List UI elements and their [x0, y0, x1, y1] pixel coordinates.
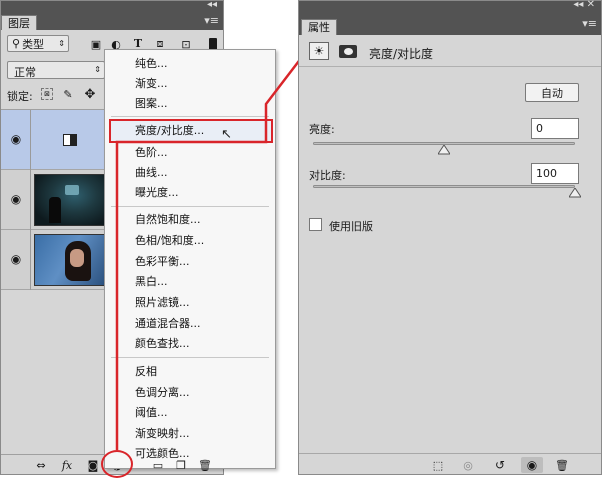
layer-divider [30, 230, 31, 290]
tab-layers[interactable]: 图层 [1, 15, 37, 30]
legacy-checkbox[interactable] [309, 218, 322, 231]
stepper-icon: ⇕ [58, 39, 65, 48]
menu-item-hue-saturation[interactable]: 色相/饱和度... [135, 234, 204, 248]
visibility-icon[interactable]: ◉ [521, 457, 543, 473]
view-previous-icon[interactable]: ◎ [459, 458, 477, 472]
eye-icon[interactable]: ◉ [8, 252, 24, 266]
properties-panel-topbar: ◂◂ ✕ [299, 0, 601, 13]
type-filter-icon[interactable]: T [131, 36, 145, 50]
contrast-slider-track[interactable] [313, 185, 575, 188]
trash-icon[interactable]: 🗑 [553, 458, 571, 472]
filter-kind-select[interactable]: ⚲ 类型 ⇕ [7, 35, 69, 52]
properties-header: ☀ 亮度/对比度 [299, 37, 601, 67]
eye-icon[interactable]: ◉ [8, 132, 24, 146]
cursor-icon: ↖ [221, 127, 232, 142]
menu-item-brightness-contrast[interactable]: 亮度/对比度... [135, 124, 204, 138]
slider-thumb-shape [438, 145, 450, 155]
properties-tabbar: 属性 ▾≡ [299, 13, 601, 35]
lock-label: 锁定: [7, 90, 33, 103]
adjustment-button-highlight-circle [101, 450, 133, 478]
menu-item-color-balance[interactable]: 色彩平衡... [135, 255, 190, 269]
menu-item-pattern[interactable]: 图案... [135, 97, 168, 111]
layer-mask-icon[interactable] [339, 45, 357, 58]
properties-panel: ◂◂ ✕ 属性 ▾≡ ☀ 亮度/对比度 自动 亮度: 0 对比度: 100 使用… [298, 0, 602, 475]
layer-divider [30, 170, 31, 230]
clip-to-layer-icon[interactable]: ⬚ [429, 458, 447, 472]
contrast-slider-thumb[interactable] [569, 188, 581, 198]
trash-icon[interactable]: 🗑 [198, 459, 212, 472]
mask-dot-shape [343, 48, 353, 55]
image-filter-icon[interactable]: ▣ [89, 37, 103, 51]
menu-item-threshold[interactable]: 阈值... [135, 406, 168, 420]
menu-item-color-lookup[interactable]: 颜色查找... [135, 337, 190, 351]
menu-separator [111, 116, 269, 117]
menu-item-vibrance[interactable]: 自然饱和度... [135, 213, 201, 227]
portrait-photo-thumb [34, 234, 108, 286]
search-icon: ⚲ [12, 37, 21, 50]
collapse-icon[interactable]: ◂◂ [207, 0, 217, 10]
properties-footer: ⬚ ◎ ↺ ◉ 🗑 [299, 453, 601, 475]
street-figure-shape [49, 197, 61, 223]
menu-item-invert[interactable]: 反相 [135, 365, 157, 379]
blend-mode-select[interactable]: 正常 ⇕ [7, 61, 105, 79]
contrast-label: 对比度: [309, 169, 346, 182]
lock-brush-icon[interactable]: ✎ [61, 87, 75, 101]
layer-divider [30, 110, 31, 170]
auto-button[interactable]: 自动 [525, 83, 579, 102]
mask-icon[interactable]: ◙ [85, 458, 101, 472]
lock-transparent-icon[interactable]: ⊠ [41, 88, 53, 100]
stepper-icon: ⇕ [94, 65, 101, 74]
panel-menu-icon[interactable]: ▾≡ [204, 14, 219, 27]
brightness-slider-thumb[interactable] [438, 145, 450, 155]
eye-icon[interactable]: ◉ [8, 192, 24, 206]
street-photo-thumb [34, 174, 108, 226]
menu-separator [111, 357, 269, 358]
menu-item-curves[interactable]: 曲线... [135, 166, 168, 180]
menu-item-posterize[interactable]: 色调分离... [135, 386, 190, 400]
reset-icon[interactable]: ↺ [491, 458, 509, 472]
menu-item-gradient-map[interactable]: 渐变映射... [135, 427, 190, 441]
tab-properties[interactable]: 属性 [301, 19, 337, 35]
filter-kind-label: 类型 [22, 37, 45, 51]
new-layer-icon[interactable]: ❐ [174, 459, 188, 472]
brightness-label: 亮度: [309, 123, 335, 136]
link-icon[interactable]: ⇔ [33, 458, 49, 472]
lock-position-icon[interactable]: ✥ [83, 87, 97, 102]
menu-item-photo-filter[interactable]: 照片滤镜... [135, 296, 190, 310]
legacy-label: 使用旧版 [329, 220, 373, 233]
menu-item-solid-color[interactable]: 纯色... [135, 57, 168, 71]
menu-item-gradient[interactable]: 渐变... [135, 77, 168, 91]
menu-item-black-white[interactable]: 黑白... [135, 275, 168, 289]
panel-menu-icon[interactable]: ▾≡ [582, 17, 597, 30]
adjustment-thumb-icon [63, 134, 77, 146]
brightness-input[interactable]: 0 [531, 118, 579, 139]
properties-title: 亮度/对比度 [369, 47, 434, 61]
portrait-face-shape [70, 249, 84, 267]
fx-icon[interactable]: fx [59, 458, 75, 472]
menu-item-channel-mixer[interactable]: 通道混合器... [135, 317, 201, 331]
layers-tabbar: 图层 ▾≡ [1, 13, 223, 30]
group-icon[interactable]: ▭ [151, 459, 165, 472]
slider-thumb-shape [569, 188, 581, 198]
street-light-shape [65, 185, 79, 195]
contrast-input[interactable]: 100 [531, 163, 579, 184]
collapse-icon[interactable]: ◂◂ ✕ [573, 0, 595, 10]
menu-item-levels[interactable]: 色阶... [135, 146, 168, 160]
layers-panel-topbar: ◂◂ [1, 0, 223, 13]
adjustment-menu: 纯色... 渐变... 图案... 亮度/对比度... ↖ 色阶... 曲线..… [104, 49, 276, 469]
blend-mode-label: 正常 [14, 66, 36, 79]
brightness-adjustment-icon[interactable]: ☀ [309, 42, 329, 60]
menu-separator [111, 206, 269, 207]
menu-item-exposure[interactable]: 曝光度... [135, 186, 179, 200]
